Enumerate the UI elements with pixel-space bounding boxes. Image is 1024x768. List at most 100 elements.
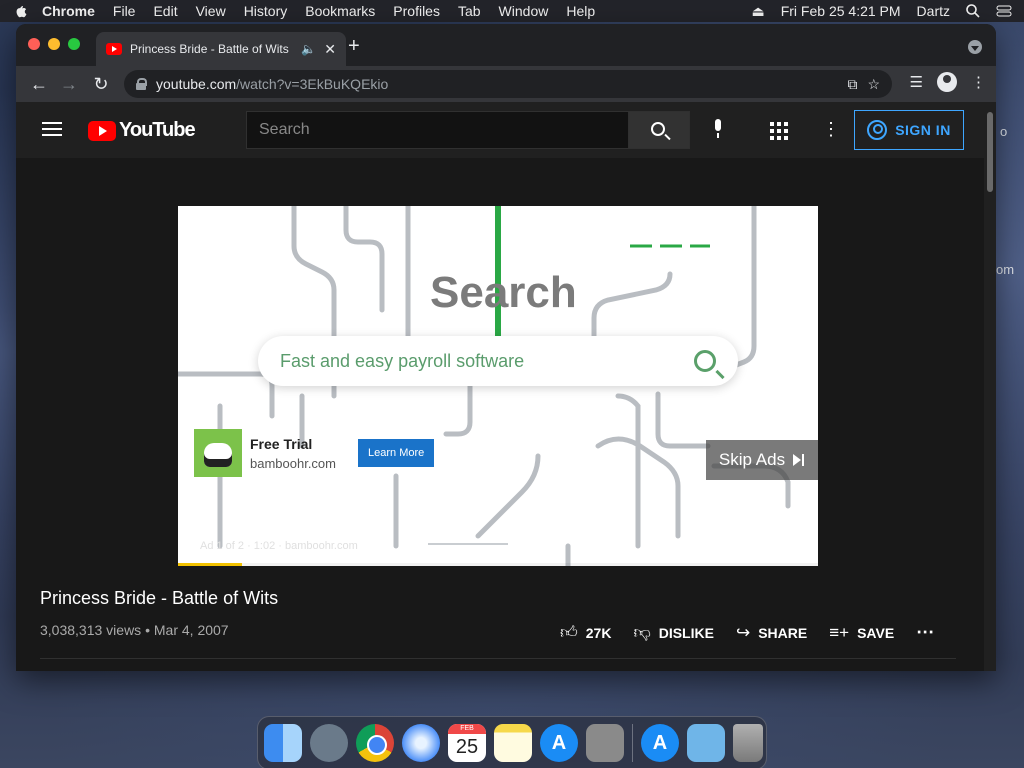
menubar-user[interactable]: Dartz (917, 3, 950, 19)
ad-headline: Search (430, 268, 577, 317)
safari-icon[interactable] (402, 724, 440, 762)
reload-icon[interactable]: ↻ (90, 73, 112, 95)
ad-card-title: Free Trial (250, 435, 313, 452)
notes-icon[interactable] (494, 724, 532, 762)
scrollbar-thumb[interactable] (987, 112, 993, 192)
menu-window[interactable]: Window (499, 3, 549, 19)
finder-icon[interactable] (264, 724, 302, 762)
page-scrollbar[interactable] (984, 102, 996, 671)
menu-tab[interactable]: Tab (458, 3, 481, 19)
menu-edit[interactable]: Edit (153, 3, 177, 19)
save-label: SAVE (857, 624, 895, 641)
dock-separator (632, 724, 633, 762)
applications-folder-icon[interactable]: A (641, 724, 679, 762)
youtube-header: YouTube Search ⋮ SIGN IN (16, 102, 984, 158)
skip-ads-button[interactable]: Skip Ads (706, 440, 818, 480)
browser-toolbar: ← → ↻ youtube.com/watch?v=3EkBuKQEkio ⧉ … (16, 66, 996, 102)
save-button[interactable]: ≡+ SAVE (829, 623, 894, 643)
close-window-button[interactable] (28, 38, 40, 50)
menu-bar: Chrome File Edit View History Bookmarks … (0, 0, 1024, 22)
lock-icon[interactable] (136, 78, 147, 90)
control-center-icon[interactable] (996, 4, 1012, 18)
close-tab-icon[interactable]: ✕ (324, 41, 336, 58)
profile-icon[interactable] (937, 72, 957, 92)
hamburger-menu-icon[interactable] (42, 122, 62, 136)
menu-help[interactable]: Help (566, 3, 595, 19)
url-text[interactable]: youtube.com/watch?v=3EkBuKQEkio (156, 76, 837, 92)
sign-in-button[interactable]: SIGN IN (854, 110, 964, 150)
app-store-icon[interactable]: A (540, 724, 578, 762)
dislike-button[interactable]: 👎︎ DISLIKE (633, 622, 714, 643)
ad-search-bar: Fast and easy payroll software (258, 336, 738, 386)
menu-view[interactable]: View (196, 3, 226, 19)
view-count: 3,038,313 views (40, 622, 142, 638)
dock: FEB 25 A A (257, 716, 767, 768)
tab-search-icon[interactable] (968, 40, 982, 54)
ad-progress-fill (178, 563, 242, 566)
calendar-icon[interactable]: FEB 25 (448, 724, 486, 762)
divider (40, 658, 956, 659)
learn-more-button[interactable]: Learn More (358, 439, 435, 467)
youtube-logo[interactable]: YouTube (88, 119, 196, 142)
meta-separator: • (145, 622, 154, 638)
menu-chrome[interactable]: Chrome (42, 3, 95, 19)
thumbs-down-icon: 👎︎ (633, 623, 651, 642)
video-title: Princess Bride - Battle of Wits (40, 588, 279, 608)
like-button[interactable]: 👍︎ 27K (560, 622, 611, 643)
share-button[interactable]: ↪ SHARE (736, 623, 807, 643)
youtube-page: YouTube Search ⋮ SIGN IN Search Fast and… (16, 102, 984, 671)
menubar-clock[interactable]: Fri Feb 25 4:21 PM (781, 3, 901, 19)
menu-profiles[interactable]: Profiles (393, 3, 440, 19)
tab-audio-icon[interactable]: 🔈 (301, 42, 316, 56)
menu-history[interactable]: History (244, 3, 288, 19)
new-tab-button[interactable]: + (348, 36, 360, 56)
apps-grid-icon[interactable] (770, 122, 788, 140)
downloads-folder-icon[interactable] (687, 724, 725, 762)
chrome-menu-icon[interactable]: ⋮ (971, 73, 986, 91)
bookmark-star-icon[interactable]: ☆ (867, 76, 880, 93)
calendar-month: FEB (448, 724, 486, 734)
calendar-day: 25 (455, 736, 479, 758)
menu-bookmarks[interactable]: Bookmarks (305, 3, 375, 19)
media-queue-icon[interactable]: ☰ (910, 73, 923, 91)
forward-icon[interactable]: → (58, 73, 80, 95)
tab-strip: Princess Bride - Battle of Wits 🔈 ✕ + (16, 24, 996, 66)
playlist-add-icon: ≡+ (829, 622, 850, 642)
thumbs-up-icon: 👍︎ (560, 623, 578, 642)
youtube-play-logo-icon (88, 120, 116, 141)
address-bar[interactable]: youtube.com/watch?v=3EkBuKQEkio ⧉ ☆ (124, 70, 892, 98)
youtube-logo-text: YouTube (119, 119, 196, 141)
ad-card[interactable]: Free Trial bamboohr.com Learn More (194, 428, 454, 478)
youtube-favicon-icon (106, 43, 122, 55)
zoom-window-button[interactable] (68, 38, 80, 50)
settings-more-icon[interactable]: ⋮ (822, 120, 840, 138)
menu-file[interactable]: File (113, 3, 136, 19)
back-icon[interactable]: ← (28, 73, 50, 95)
ad-progress-bar[interactable] (178, 563, 818, 566)
video-meta: 3,038,313 views • Mar 4, 2007 (40, 622, 229, 638)
launchpad-icon[interactable] (310, 724, 348, 762)
spotlight-search-icon[interactable] (966, 4, 980, 18)
dislike-label: DISLIKE (658, 624, 714, 641)
video-player[interactable]: Search Fast and easy payroll software Fr… (178, 206, 818, 566)
search-icon (651, 122, 665, 136)
voice-search-icon[interactable] (712, 119, 724, 139)
chrome-window: Princess Bride - Battle of Wits 🔈 ✕ + ← … (16, 24, 996, 671)
search-button[interactable] (628, 111, 690, 149)
open-in-icon[interactable]: ⧉ (847, 76, 857, 93)
more-actions-icon[interactable]: ⋯ (916, 622, 935, 643)
search-input[interactable]: Search (246, 111, 628, 149)
desktop-peek-text: om (996, 262, 1015, 277)
system-preferences-icon[interactable] (586, 724, 624, 762)
tab-title: Princess Bride - Battle of Wits (130, 42, 289, 56)
minimize-window-button[interactable] (48, 38, 60, 50)
skip-next-icon (793, 454, 805, 466)
ad-info-text: Ad 1 of 2 · 1:02 · bamboohr.com (200, 540, 358, 552)
tab-youtube[interactable]: Princess Bride - Battle of Wits 🔈 ✕ (96, 32, 346, 66)
video-actions: 👍︎ 27K 👎︎ DISLIKE ↪ SHARE ≡+ SAVE ⋯ (560, 622, 935, 643)
chrome-icon[interactable] (356, 724, 394, 762)
eject-icon[interactable]: ⏏ (751, 3, 764, 20)
apple-icon[interactable] (12, 3, 28, 19)
magnifier-icon (694, 350, 716, 372)
trash-icon[interactable] (733, 724, 763, 762)
